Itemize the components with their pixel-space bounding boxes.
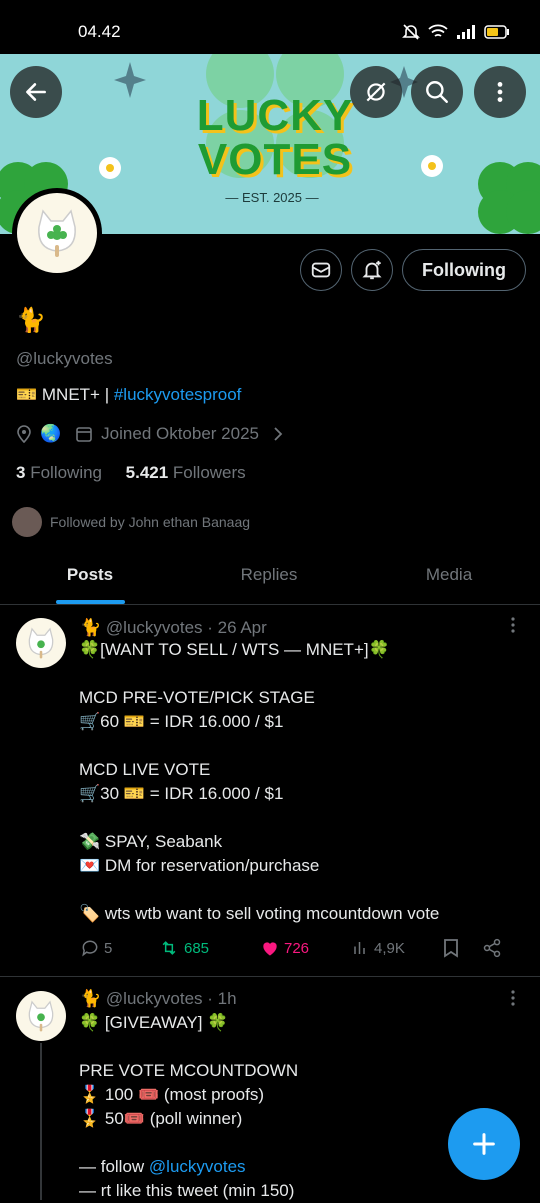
post-text: 🍀[WANT TO SELL / WTS — MNET+]🍀 MCD PRE-V… xyxy=(79,640,440,923)
like-count: 726 xyxy=(284,939,310,957)
status-bar: 04.42 xyxy=(0,0,540,54)
more-vertical-icon xyxy=(511,617,515,633)
bookmark-icon xyxy=(444,939,458,958)
profile-tabs: Posts Replies Media xyxy=(0,552,540,605)
post-text-line: — rt like this tweet (min 150) xyxy=(79,1181,295,1200)
share-button[interactable] xyxy=(482,938,502,958)
post-handle: @luckyvotes xyxy=(105,618,203,637)
profile-meta: 🌏 Joined Oktober 2025 xyxy=(16,424,285,444)
followers-count: 5.421 xyxy=(125,463,169,482)
share-icon xyxy=(483,938,501,958)
views-count: 4,9K xyxy=(374,939,405,957)
like-button[interactable]: 726 xyxy=(260,938,352,958)
cat-clover-avatar-icon xyxy=(28,627,54,659)
calendar-icon xyxy=(76,427,92,442)
post-time: · 1h xyxy=(207,989,237,1008)
banner-title-line1: LUCKY xyxy=(196,91,354,140)
post-avatar[interactable] xyxy=(16,991,66,1041)
post-header: 🐈 @luckyvotes · 26 Apr xyxy=(80,618,267,638)
post-text: 🍀 [GIVEAWAY] 🍀 PRE VOTE MCOUNTDOWN 🎖️ 10… xyxy=(79,1011,519,1203)
post-handle: @luckyvotes xyxy=(105,989,203,1008)
status-time: 04.42 xyxy=(78,22,121,41)
mute-icon xyxy=(402,24,420,40)
repost-button[interactable]: 685 xyxy=(158,938,260,958)
profile-avatar[interactable] xyxy=(12,188,102,278)
thread-line xyxy=(40,1043,42,1200)
reply-count: 5 xyxy=(104,939,113,957)
mail-icon xyxy=(311,262,331,278)
tab-media[interactable]: Media xyxy=(389,552,509,604)
bell-plus-icon xyxy=(362,260,382,280)
grok-button[interactable] xyxy=(350,66,402,118)
following-count-link[interactable]: 3 Following xyxy=(16,463,102,482)
more-vertical-icon xyxy=(511,990,515,1006)
post-header: 🐈 @luckyvotes · 1h xyxy=(80,989,237,1009)
back-button[interactable] xyxy=(10,66,62,118)
following-label: Following xyxy=(30,463,103,482)
bio-text: 🎫 MNET+ | xyxy=(16,385,114,404)
banner-title: LUCKY VOTES xyxy=(190,94,360,182)
post-item[interactable]: 🐈 @luckyvotes · 26 Apr 🍀[WANT TO SELL / … xyxy=(0,604,540,976)
joined-date: Joined Oktober 2025 xyxy=(101,424,260,443)
cat-clover-avatar-icon xyxy=(38,209,76,257)
profile-bio: 🎫 MNET+ | #luckyvotesproof xyxy=(16,385,241,405)
post-more-button[interactable] xyxy=(510,616,516,639)
grok-icon xyxy=(366,82,386,102)
cat-clover-avatar-icon xyxy=(28,1000,54,1032)
follow-counts: 3 Following 5.421 Followers xyxy=(16,463,246,483)
more-options-button[interactable] xyxy=(474,66,526,118)
status-icons xyxy=(402,24,510,40)
post-text-line: 🍀 [GIVEAWAY] 🍀 xyxy=(79,1013,229,1032)
repost-count: 685 xyxy=(184,939,210,957)
views-icon xyxy=(354,942,365,954)
followers-label: Followers xyxy=(172,463,246,482)
battery-icon xyxy=(484,25,509,39)
chevron-right-icon[interactable] xyxy=(271,426,285,442)
followers-count-link[interactable]: 5.421 Followers xyxy=(126,463,246,482)
bookmark-button[interactable] xyxy=(442,938,482,958)
banner-est: — EST. 2025 — xyxy=(225,190,319,205)
profile-handle: @luckyvotes xyxy=(16,349,113,368)
repost-icon xyxy=(162,941,176,955)
views-button[interactable]: 4,9K xyxy=(352,939,442,957)
following-count: 3 xyxy=(16,463,26,482)
post-more-button[interactable] xyxy=(510,989,516,1012)
search-icon xyxy=(426,81,448,103)
banner-title-line2: VOTES xyxy=(197,135,353,184)
wifi-icon xyxy=(428,24,448,37)
message-button[interactable] xyxy=(300,249,342,291)
bio-hashtag-link[interactable]: #luckyvotesproof xyxy=(114,385,242,404)
display-name: 🐈 xyxy=(16,307,46,334)
heart-filled-icon xyxy=(263,942,277,956)
tab-posts[interactable]: Posts xyxy=(30,552,150,604)
followed-by[interactable]: Followed by John ethan Banaag xyxy=(12,507,250,537)
notifications-button[interactable] xyxy=(351,249,393,291)
follower-avatar xyxy=(12,507,42,537)
post-time: · 26 Apr xyxy=(207,618,267,637)
post-avatar[interactable] xyxy=(16,618,66,668)
signal-icon xyxy=(457,25,475,39)
post-text-line: 🎖️ 100 🎟️ (most proofs) xyxy=(79,1085,264,1104)
post-author-emoji: 🐈 xyxy=(80,989,102,1008)
post-text-line: PRE VOTE MCOUNTDOWN xyxy=(79,1061,299,1080)
compose-post-button[interactable] xyxy=(448,1108,520,1180)
mention-link[interactable]: @luckyvotes xyxy=(149,1157,246,1176)
post-actions: 5 685 726 4,9K xyxy=(80,938,520,958)
followed-by-text: Followed by John ethan Banaag xyxy=(50,514,251,530)
arrow-left-icon xyxy=(26,83,46,101)
reply-button[interactable]: 5 xyxy=(80,938,158,958)
search-button[interactable] xyxy=(411,66,463,118)
post-text-fragment: — follow xyxy=(79,1157,149,1176)
following-button[interactable]: Following xyxy=(402,249,526,291)
plus-icon xyxy=(473,1133,495,1155)
tab-replies[interactable]: Replies xyxy=(209,552,329,604)
reply-icon xyxy=(82,940,98,957)
more-vertical-icon xyxy=(497,82,503,102)
location-icon xyxy=(17,425,31,443)
post-author-emoji: 🐈 xyxy=(80,618,102,637)
location-emoji: 🌏 xyxy=(40,424,62,443)
